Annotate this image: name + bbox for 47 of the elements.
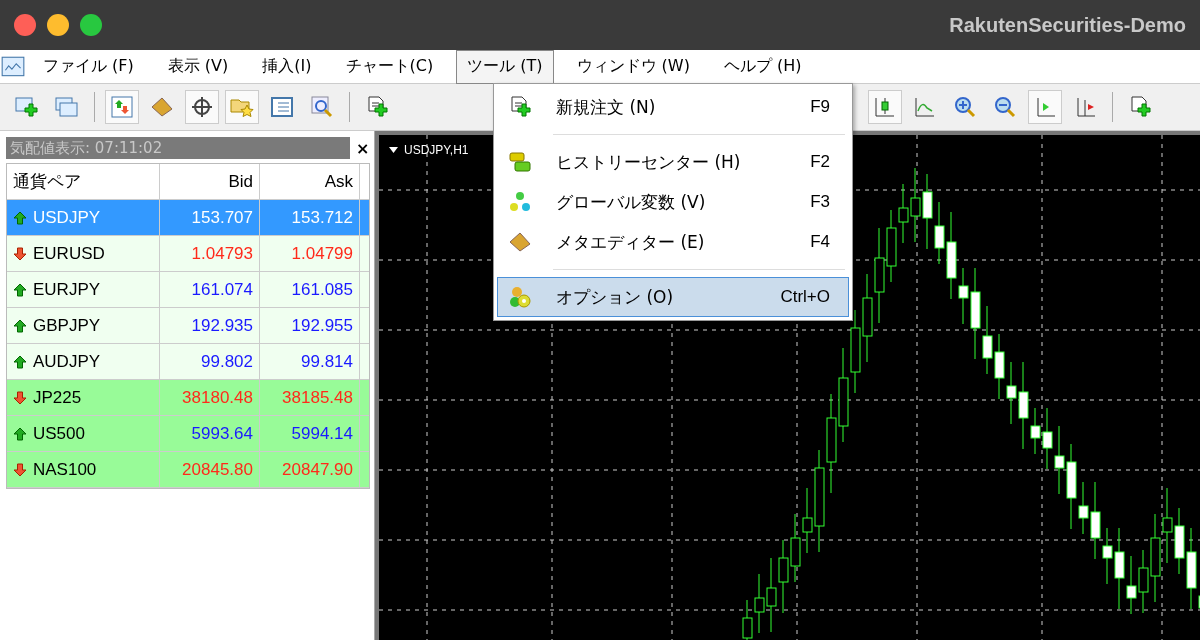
ask-cell: 153.712 bbox=[260, 200, 360, 235]
quote-row[interactable]: NAS100 20845.80 20847.90 bbox=[7, 452, 369, 488]
symbol-text: NAS100 bbox=[33, 459, 97, 480]
bid-cell: 99.802 bbox=[160, 344, 260, 379]
menu-item[interactable]: 挿入(I) bbox=[251, 49, 323, 84]
bid-cell: 38180.48 bbox=[160, 380, 260, 415]
ask-cell: 5994.14 bbox=[260, 416, 360, 451]
quote-row[interactable]: JP225 38180.48 38185.48 bbox=[7, 380, 369, 416]
close-button[interactable]: × bbox=[356, 138, 370, 158]
symbol-text: GBPJPY bbox=[33, 315, 101, 336]
dropdown-menu-item[interactable]: ヒストリーセンター (H) F2 bbox=[497, 142, 849, 182]
quote-row[interactable]: EURUSD 1.04793 1.04799 bbox=[7, 236, 369, 272]
dropdown-menu-item[interactable]: メタエディター (E) F4 bbox=[497, 222, 849, 262]
menu-item[interactable]: チャート(C) bbox=[334, 49, 445, 84]
symbol-text: US500 bbox=[33, 423, 85, 444]
ask-cell: 20847.90 bbox=[260, 452, 360, 487]
ask-cell: 38185.48 bbox=[260, 380, 360, 415]
bid-cell: 153.707 bbox=[160, 200, 260, 235]
dropdown-menu-item[interactable]: オプション (O) Ctrl+O bbox=[497, 277, 849, 317]
symbol-text: EURUSD bbox=[33, 243, 105, 264]
bid-cell: 1.04793 bbox=[160, 236, 260, 271]
menu-item[interactable]: ヘルプ (H) bbox=[712, 49, 813, 84]
bid-cell: 192.935 bbox=[160, 308, 260, 343]
menu-item[interactable]: ツール (T) bbox=[456, 49, 554, 84]
symbol-text: EURJPY bbox=[33, 279, 101, 300]
panel-title: 気配値表示: 07:11:02 bbox=[6, 137, 350, 159]
symbol-text: AUDJPY bbox=[33, 351, 101, 372]
chart-symbol-label: USDJPY,H1 bbox=[404, 143, 469, 157]
dropdown-menu-item[interactable]: グローバル変数 (V) F3 bbox=[497, 182, 849, 222]
ask-cell: 1.04799 bbox=[260, 236, 360, 271]
quote-row[interactable]: AUDJPY 99.802 99.814 bbox=[7, 344, 369, 380]
menu-item[interactable]: 表示 (V) bbox=[156, 49, 240, 84]
ask-cell: 99.814 bbox=[260, 344, 360, 379]
quote-row[interactable]: GBPJPY 192.935 192.955 bbox=[7, 308, 369, 344]
bid-cell: 20845.80 bbox=[160, 452, 260, 487]
menu-item[interactable]: ウィンドウ (W) bbox=[565, 49, 701, 84]
menu-item[interactable]: ファイル (F) bbox=[32, 49, 145, 84]
ask-cell: 192.955 bbox=[260, 308, 360, 343]
dropdown-menu-item[interactable]: 新規注文 (N) F9 bbox=[497, 87, 849, 127]
bid-cell: 5993.64 bbox=[160, 416, 260, 451]
window-title: RakutenSecurities-Demo bbox=[949, 13, 1186, 37]
ask-cell: 161.085 bbox=[260, 272, 360, 307]
quote-row[interactable]: US500 5993.64 5994.14 bbox=[7, 416, 369, 452]
quote-row[interactable]: EURJPY 161.074 161.085 bbox=[7, 272, 369, 308]
bid-cell: 161.074 bbox=[160, 272, 260, 307]
symbol-text: JP225 bbox=[33, 387, 82, 408]
symbol-text: USDJPY bbox=[33, 207, 101, 228]
